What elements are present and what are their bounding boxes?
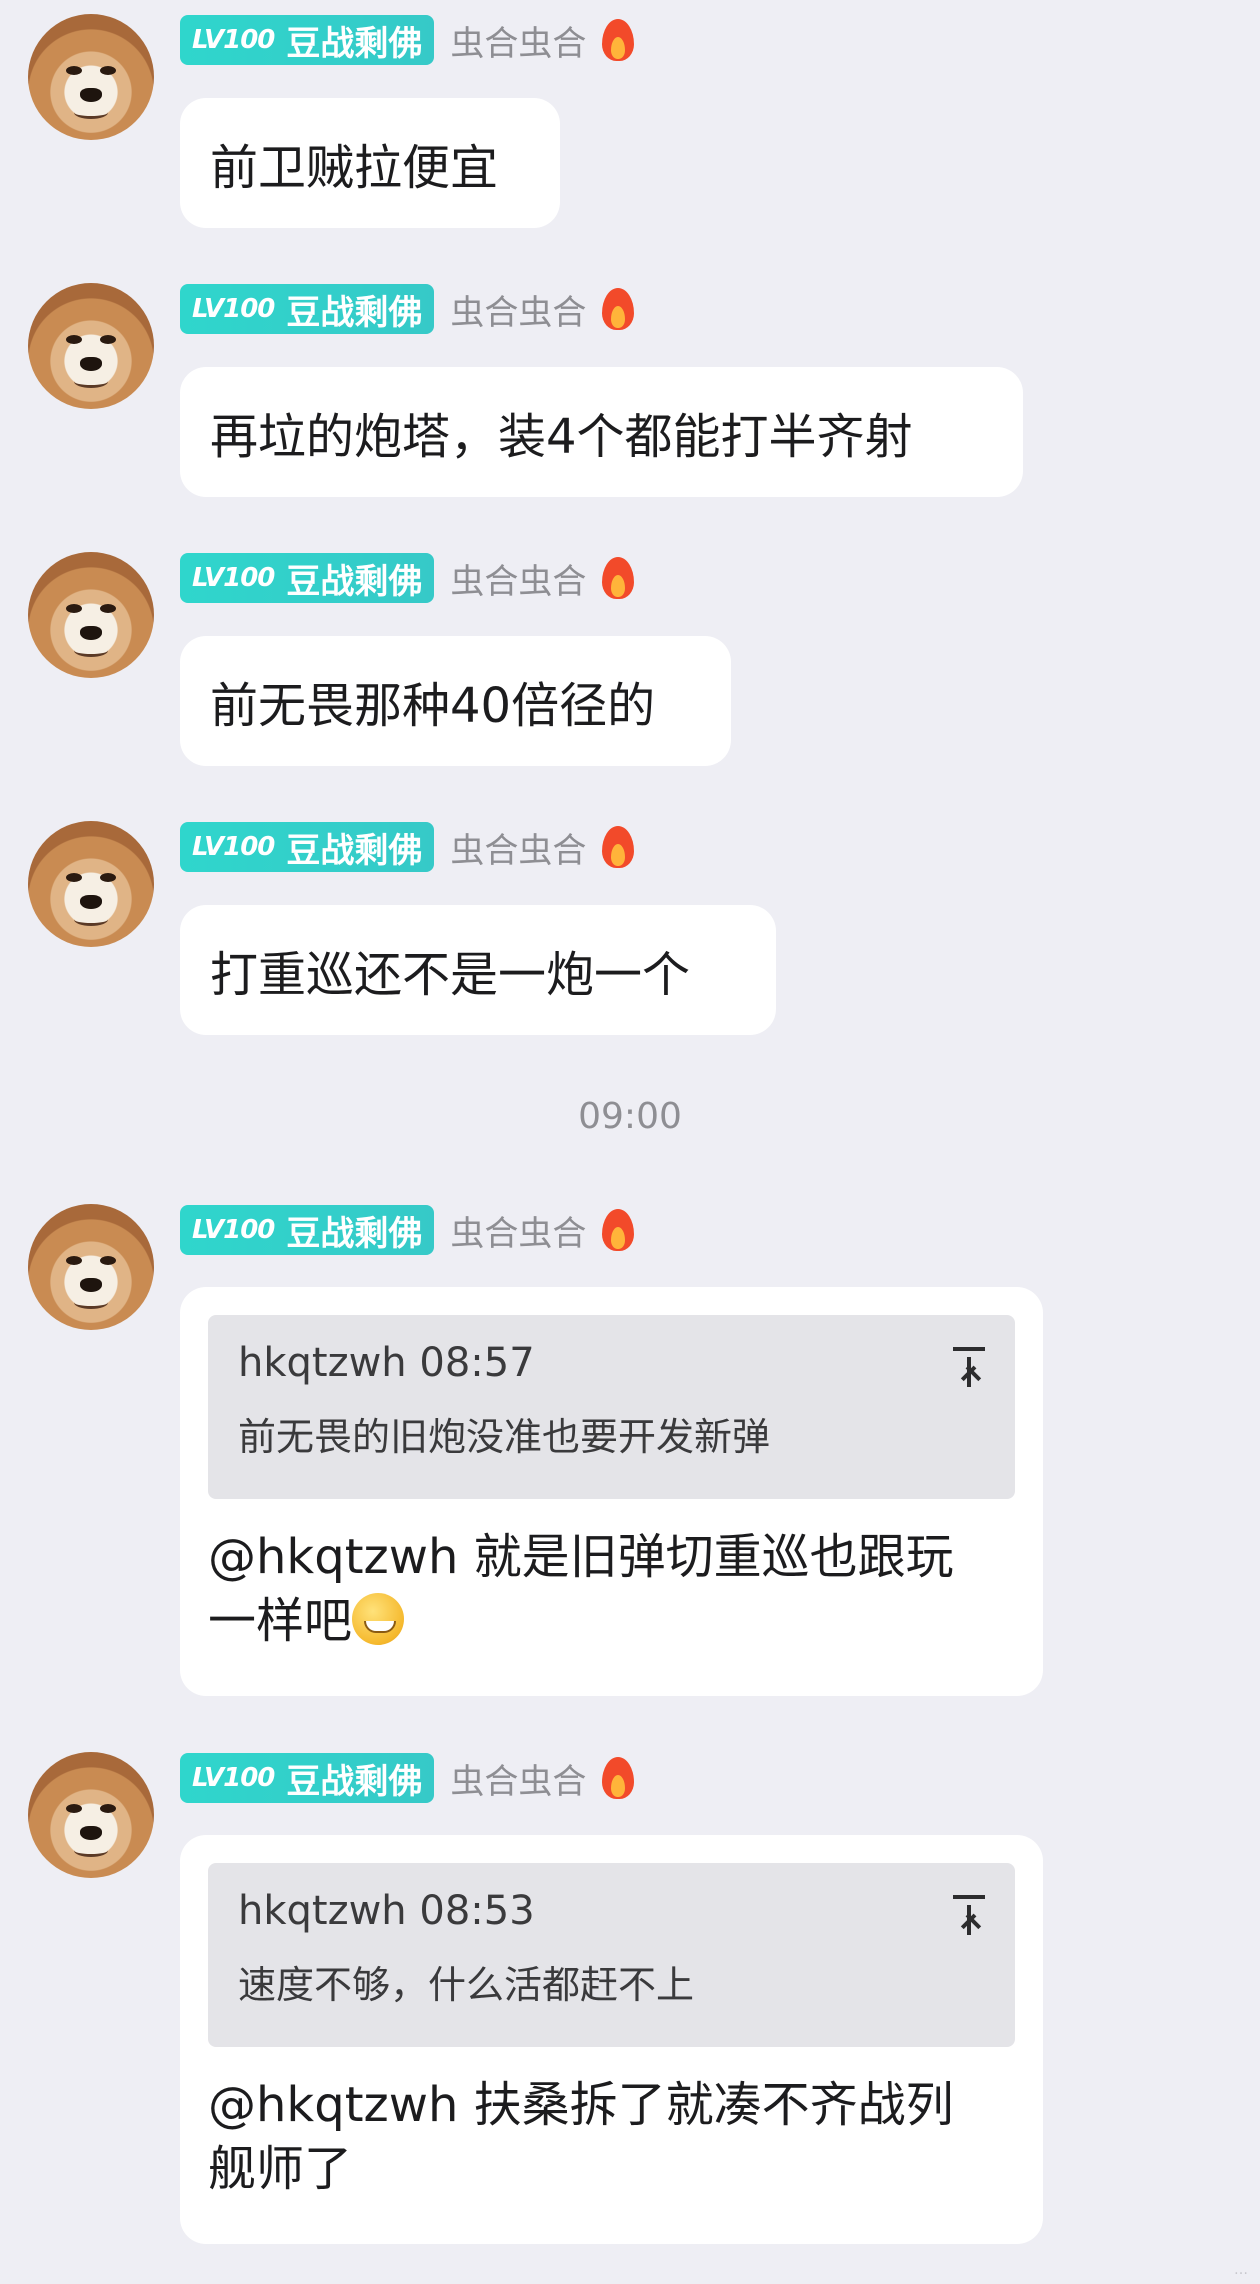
level-badge[interactable]: LV100 豆战剩佛 xyxy=(180,1205,435,1255)
badge-title: 豆战剩佛 xyxy=(286,830,423,871)
time-divider: 09:00 xyxy=(578,1096,682,1137)
level-badge[interactable]: LV100 豆战剩佛 xyxy=(180,822,435,872)
level-label: LV100 xyxy=(192,832,275,862)
badge-title: 豆战剩佛 xyxy=(286,292,423,333)
quote-text: 速度不够，什么活都赶不上 xyxy=(238,1963,695,2007)
quote-author-time: hkqtzwh 08:57 xyxy=(238,1340,535,1386)
username[interactable]: 虫合虫合 xyxy=(450,285,586,334)
avatar[interactable] xyxy=(28,821,154,947)
username[interactable]: 虫合虫合 xyxy=(450,554,586,603)
reply-bubble[interactable]: hkqtzwh 08:57 前无畏的旧炮没准也要开发新弹 @hkqtzwh 就是… xyxy=(180,1287,1043,1696)
reply-line-1: @hkqtzwh 扶桑拆了就凑不齐战列 xyxy=(208,2077,954,2133)
avatar[interactable] xyxy=(28,1752,154,1878)
fire-icon xyxy=(600,1755,636,1801)
message-header: LV100 豆战剩佛 虫合虫合 xyxy=(180,553,636,603)
badge-title: 豆战剩佛 xyxy=(286,23,423,64)
badge-title: 豆战剩佛 xyxy=(286,1761,423,1802)
message-bubble[interactable]: 再垃的炮塔，装4个都能打半齐射 xyxy=(180,367,1023,497)
message-header: LV100 豆战剩佛 虫合虫合 xyxy=(180,822,636,872)
level-label: LV100 xyxy=(192,294,275,324)
level-badge[interactable]: LV100 豆战剩佛 xyxy=(180,15,435,65)
reply-line-2: 一样吧 xyxy=(208,1593,353,1649)
message-text: 前卫贼拉便宜 xyxy=(210,140,499,196)
level-label: LV100 xyxy=(192,1763,275,1793)
reply-line-2: 舰师了 xyxy=(208,2141,353,2197)
avatar[interactable] xyxy=(28,552,154,678)
level-label: LV100 xyxy=(192,563,275,593)
level-label: LV100 xyxy=(192,25,275,55)
reply-text: @hkqtzwh 扶桑拆了就凑不齐战列 舰师了 xyxy=(208,2073,1015,2201)
avatar[interactable] xyxy=(28,14,154,140)
fire-icon xyxy=(600,17,636,63)
message-header: LV100 豆战剩佛 虫合虫合 xyxy=(180,15,636,65)
jump-to-original-icon[interactable] xyxy=(953,1347,985,1387)
corner-watermark: … xyxy=(1234,2262,1248,2278)
message-bubble[interactable]: 前无畏那种40倍径的 xyxy=(180,636,731,766)
username[interactable]: 虫合虫合 xyxy=(450,1206,586,1255)
quote-author-time: hkqtzwh 08:53 xyxy=(238,1888,535,1934)
username[interactable]: 虫合虫合 xyxy=(450,1754,586,1803)
level-badge[interactable]: LV100 豆战剩佛 xyxy=(180,1753,435,1803)
level-badge[interactable]: LV100 豆战剩佛 xyxy=(180,284,435,334)
quote-text: 前无畏的旧炮没准也要开发新弹 xyxy=(238,1415,771,1459)
quoted-message[interactable]: hkqtzwh 08:53 速度不够，什么活都赶不上 xyxy=(208,1863,1015,2047)
username[interactable]: 虫合虫合 xyxy=(450,823,586,872)
username[interactable]: 虫合虫合 xyxy=(450,16,586,65)
message-bubble[interactable]: 前卫贼拉便宜 xyxy=(180,98,560,228)
fire-icon xyxy=(600,1207,636,1253)
fire-icon xyxy=(600,824,636,870)
badge-title: 豆战剩佛 xyxy=(286,561,423,602)
message-text: 再垃的炮塔，装4个都能打半齐射 xyxy=(210,409,913,465)
level-label: LV100 xyxy=(192,1215,275,1245)
message-header: LV100 豆战剩佛 虫合虫合 xyxy=(180,284,636,334)
reply-line-1: @hkqtzwh 就是旧弹切重巡也跟玩 xyxy=(208,1529,954,1585)
message-header: LV100 豆战剩佛 虫合虫合 xyxy=(180,1753,636,1803)
quoted-message[interactable]: hkqtzwh 08:57 前无畏的旧炮没准也要开发新弹 xyxy=(208,1315,1015,1499)
reply-text: @hkqtzwh 就是旧弹切重巡也跟玩 一样吧 xyxy=(208,1525,1015,1653)
avatar[interactable] xyxy=(28,283,154,409)
message-text: 前无畏那种40倍径的 xyxy=(210,678,656,734)
reply-bubble[interactable]: hkqtzwh 08:53 速度不够，什么活都赶不上 @hkqtzwh 扶桑拆了… xyxy=(180,1835,1043,2244)
message-bubble[interactable]: 打重巡还不是一炮一个 xyxy=(180,905,776,1035)
grin-emoji-icon xyxy=(352,1593,405,1645)
message-text: 打重巡还不是一炮一个 xyxy=(210,947,691,1003)
badge-title: 豆战剩佛 xyxy=(286,1213,423,1254)
level-badge[interactable]: LV100 豆战剩佛 xyxy=(180,553,435,603)
jump-to-original-icon[interactable] xyxy=(953,1895,985,1935)
avatar[interactable] xyxy=(28,1204,154,1330)
fire-icon xyxy=(600,555,636,601)
fire-icon xyxy=(600,286,636,332)
message-header: LV100 豆战剩佛 虫合虫合 xyxy=(180,1205,636,1255)
